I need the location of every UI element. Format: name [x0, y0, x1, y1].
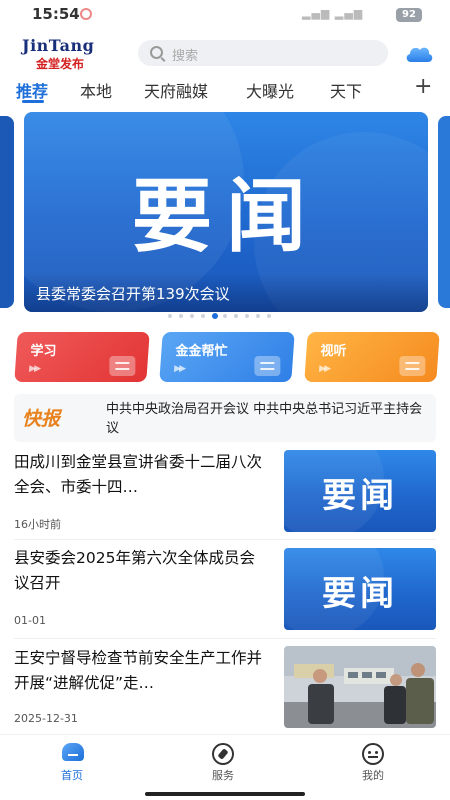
news-time: 16小时前: [14, 518, 61, 531]
carousel-dot[interactable]: [256, 314, 260, 318]
signal-icon: ▂▄▆ ▂▄▆: [302, 7, 364, 20]
tab-recommend[interactable]: 推荐: [16, 78, 48, 102]
quick-video-label: 视听: [320, 344, 347, 359]
tab-indicator: [22, 100, 44, 103]
quick-study-label: 学习: [30, 344, 57, 359]
banner-carousel: 要闻 县委常委会召开第139次会议: [0, 112, 450, 312]
nav-service[interactable]: 服务: [183, 735, 263, 785]
nav-me[interactable]: 我的: [333, 735, 413, 785]
home-icon: [62, 743, 84, 761]
slide-big-text: 要闻: [132, 170, 320, 263]
notification-icon: [80, 8, 92, 20]
quick-study-button[interactable]: 学习 ▶▶: [14, 332, 150, 382]
news-title: 县安委会2025年第六次全体成员会议召开: [14, 549, 255, 592]
carousel-dot[interactable]: [223, 314, 227, 318]
nav-home-label: 首页: [61, 769, 83, 782]
news-item[interactable]: 田成川到金堂县宣讲省委十二届八次全会、市委十四… 16小时前 要闻: [14, 450, 436, 534]
tab-world[interactable]: 天下: [330, 78, 362, 102]
inspection-photo: [284, 646, 436, 728]
logo-en: JinTang: [22, 36, 95, 55]
carousel-dot[interactable]: [190, 314, 194, 318]
next-slide[interactable]: [438, 116, 450, 308]
status-bar: 15:54 ▂▄▆ ▂▄▆ 92: [0, 0, 450, 28]
carousel-dot[interactable]: [168, 314, 172, 318]
quick-entries: 学习 ▶▶ 金金帮忙 ▶▶ 视听 ▶▶: [0, 332, 450, 386]
news-item[interactable]: 县安委会2025年第六次全体成员会议召开 01-01 要闻: [14, 546, 436, 630]
arrows-icon: ▶▶: [28, 364, 40, 374]
status-time: 15:54: [32, 5, 80, 23]
profile-face-icon: [362, 743, 384, 765]
flash-text: 中共中央政治局召开会议 中共中央总书记习近平主持会议: [106, 402, 423, 436]
banner-slide[interactable]: 要闻 县委常委会召开第139次会议: [24, 112, 428, 312]
flash-news[interactable]: 快报 中共中央政治局召开会议 中共中央总书记习近平主持会议: [14, 394, 436, 442]
add-tab-icon[interactable]: +: [414, 74, 432, 99]
arrows-icon: ▶▶: [318, 364, 330, 374]
carousel-dot[interactable]: [267, 314, 271, 318]
carousel-dot[interactable]: [234, 314, 238, 318]
quick-video-button[interactable]: 视听 ▶▶: [304, 332, 440, 382]
tab-local[interactable]: 本地: [80, 78, 112, 102]
quick-help-button[interactable]: 金金帮忙 ▶▶: [159, 332, 295, 382]
carousel-dot[interactable]: [212, 313, 218, 319]
news-item[interactable]: 王安宁督导检查节前安全生产工作并开展“进解优促”走… 2025-12-31: [14, 646, 436, 730]
prev-slide[interactable]: [0, 116, 14, 308]
arrows-icon: ▶▶: [173, 364, 185, 374]
app-header: JinTang 金堂发布 搜索: [0, 30, 450, 74]
slide-caption-bar: 县委常委会召开第139次会议: [24, 274, 428, 312]
news-photo: [284, 646, 436, 728]
carousel-dot[interactable]: [201, 314, 205, 318]
search-input[interactable]: 搜索: [138, 40, 388, 66]
divider: [14, 638, 436, 639]
news-thumbnail: 要闻: [284, 450, 436, 532]
list-icon: [254, 356, 281, 376]
tab-tianfu[interactable]: 天府融媒: [144, 78, 208, 102]
news-title: 田成川到金堂县宣讲省委十二届八次全会、市委十四…: [14, 453, 263, 496]
category-tabs: 推荐 本地 天府融媒 大曝光 天下 +: [0, 74, 450, 104]
slide-caption: 县委常委会召开第139次会议: [36, 285, 230, 303]
nav-me-label: 我的: [362, 769, 384, 782]
news-thumbnail: 要闻: [284, 548, 436, 630]
compass-icon: [212, 743, 234, 765]
carousel-dot[interactable]: [179, 314, 183, 318]
tab-fade: [396, 76, 410, 98]
carousel-dot[interactable]: [245, 314, 249, 318]
news-time: 01-01: [14, 614, 46, 627]
news-time: 2025-12-31: [14, 712, 78, 725]
divider: [14, 539, 436, 540]
bottom-nav: 首页 服务 我的: [0, 734, 450, 800]
thumb-text: 要闻: [322, 476, 398, 516]
logo-cn: 金堂发布: [36, 57, 85, 71]
search-icon: [150, 46, 163, 59]
app-logo: JinTang 金堂发布: [22, 36, 112, 72]
book-icon: [109, 356, 136, 376]
weather-cloud-icon[interactable]: [404, 42, 434, 64]
news-title: 王安宁督导检查节前安全生产工作并开展“进解优促”走…: [14, 649, 263, 692]
home-indicator: [145, 792, 305, 796]
nav-home[interactable]: 首页: [32, 735, 112, 785]
flash-label: 快报: [22, 408, 61, 430]
tv-icon: [399, 356, 426, 376]
tab-exposure[interactable]: 大曝光: [246, 78, 294, 102]
search-placeholder: 搜索: [172, 49, 199, 64]
quick-help-label: 金金帮忙: [175, 344, 228, 359]
thumb-text: 要闻: [322, 574, 398, 614]
nav-service-label: 服务: [212, 769, 234, 782]
battery-icon: 92: [396, 8, 422, 22]
